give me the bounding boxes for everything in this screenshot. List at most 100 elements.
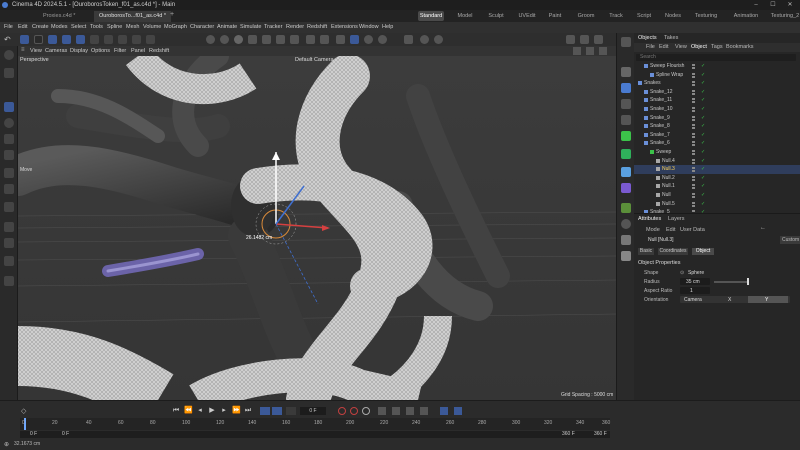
menu-edit[interactable]: Edit — [18, 22, 27, 33]
enable-check-icon[interactable]: ✓ — [701, 114, 705, 123]
object-row[interactable]: Snake_12 ✓ — [634, 88, 800, 97]
field-object-icon[interactable] — [621, 203, 631, 213]
menu-select[interactable]: Select — [71, 22, 86, 33]
doc-tab-proxies[interactable]: Proxies.c4d * — [38, 11, 80, 22]
snap-icon[interactable] — [350, 35, 359, 44]
menu-window[interactable]: Window — [359, 22, 379, 33]
menu-mesh[interactable]: Mesh — [126, 22, 139, 33]
render-view-icon[interactable] — [206, 35, 215, 44]
viewport-menu-icon[interactable]: ≡ — [21, 47, 25, 53]
light-icon[interactable] — [378, 35, 387, 44]
layout-tab-groom[interactable]: Groom — [576, 11, 596, 21]
world-coord-icon[interactable] — [90, 35, 99, 44]
enable-check-icon[interactable]: ✓ — [701, 182, 705, 191]
knife-tool-icon[interactable] — [4, 202, 14, 212]
visibility-dots-icon[interactable] — [692, 89, 695, 95]
vp-nav-move-icon[interactable] — [573, 47, 581, 55]
visibility-dots-icon[interactable] — [692, 167, 695, 173]
fps-icon[interactable] — [286, 407, 296, 415]
sculpt-tool-icon[interactable] — [4, 256, 14, 266]
current-frame-field[interactable]: 0 F — [300, 407, 326, 415]
menu-modes[interactable]: Modes — [51, 22, 68, 33]
enable-check-icon[interactable]: ✓ — [701, 131, 705, 140]
layout-tab-standard[interactable]: Standard — [418, 11, 444, 21]
shape-dropdown[interactable]: Sphere — [688, 270, 704, 276]
close-button[interactable]: ✕ — [782, 0, 798, 10]
obj-menu-view[interactable]: View — [675, 43, 687, 52]
object-row[interactable]: Null.1 ✓ — [634, 182, 800, 191]
loop-icon[interactable] — [260, 407, 270, 415]
scale-tool-icon[interactable] — [4, 134, 14, 144]
vp-nav-zoom-icon[interactable] — [586, 47, 594, 55]
menu-tools[interactable]: Tools — [90, 22, 103, 33]
square-icon[interactable] — [621, 67, 631, 77]
object-row[interactable]: Sweep ✓ — [634, 148, 800, 157]
visibility-dots-icon[interactable] — [692, 193, 695, 198]
menu-file[interactable]: File — [4, 22, 13, 33]
polygons-mode-icon[interactable] — [132, 35, 141, 44]
minimize-button[interactable]: – — [748, 0, 764, 10]
object-row[interactable]: Null ✓ — [634, 191, 800, 200]
next-key-icon[interactable]: ⏩ — [232, 407, 241, 415]
layout-tab-model[interactable]: Model — [455, 11, 475, 21]
orientation-x[interactable]: X — [728, 297, 731, 303]
start-frame-field[interactable]: 0 F — [30, 431, 37, 437]
fracture-icon[interactable] — [621, 149, 631, 159]
object-row[interactable]: Snake_8 ✓ — [634, 122, 800, 131]
ipr-icon[interactable] — [434, 35, 443, 44]
material-icon[interactable] — [404, 35, 413, 44]
cube-object-icon[interactable] — [621, 83, 631, 93]
end-frame-field[interactable]: 360 F — [594, 431, 607, 437]
doc-tab-ouroboros[interactable]: OuroborosTo...f01_as.c4d * — [94, 11, 171, 22]
magnet-tool-icon[interactable] — [4, 276, 14, 286]
prev-frame-icon[interactable]: ◂ — [196, 407, 204, 415]
menu-character[interactable]: Character — [190, 22, 214, 33]
menu-mograph[interactable]: MoGraph — [164, 22, 187, 33]
field-icon[interactable] — [320, 35, 329, 44]
tab-layers[interactable]: Layers — [668, 214, 685, 224]
render-settings-icon[interactable] — [234, 35, 243, 44]
points-mode-icon[interactable] — [104, 35, 113, 44]
key-rotation-icon[interactable] — [392, 407, 400, 415]
tab-objects[interactable]: Objects — [638, 33, 657, 43]
visibility-dots-icon[interactable] — [692, 81, 695, 87]
x-axis-lock-icon[interactable] — [48, 35, 57, 44]
key-position-icon[interactable] — [378, 407, 386, 415]
object-row[interactable]: Snakes ✓ — [634, 79, 800, 88]
enable-check-icon[interactable]: ✓ — [701, 174, 705, 183]
undo-icon[interactable]: ↶ — [4, 35, 11, 44]
cloner-icon[interactable] — [290, 35, 299, 44]
viewport-layout-icon[interactable] — [566, 35, 575, 44]
enable-check-icon[interactable]: ✓ — [701, 105, 705, 114]
cloner-object-icon[interactable] — [621, 131, 631, 141]
sphere-object-icon[interactable] — [621, 219, 631, 229]
tab-attributes[interactable]: Attributes — [638, 214, 661, 224]
menu-redshift[interactable]: Redshift — [307, 22, 327, 33]
enable-check-icon[interactable]: ✓ — [701, 96, 705, 105]
cursor-icon[interactable] — [34, 35, 43, 44]
axis-tool-icon[interactable] — [4, 184, 14, 194]
enable-check-icon[interactable]: ✓ — [701, 71, 705, 80]
light-object-icon[interactable] — [621, 251, 631, 261]
menu-tracker[interactable]: Tracker — [264, 22, 282, 33]
layout-tab-paint[interactable]: Paint — [546, 11, 564, 21]
grid-icon[interactable] — [621, 37, 631, 47]
camera-name-label[interactable]: Default Camera — [295, 57, 334, 63]
record-icon[interactable] — [338, 407, 346, 415]
obj-menu-bookmarks[interactable]: Bookmarks — [726, 43, 754, 52]
keyframe-selection-icon[interactable] — [362, 407, 370, 415]
floor-icon[interactable] — [336, 35, 345, 44]
obj-menu-file[interactable]: File — [646, 43, 655, 52]
layout-tab-animation[interactable]: Animation — [731, 11, 761, 21]
go-to-start-icon[interactable]: ⏮ — [172, 407, 180, 415]
key-param-icon[interactable] — [420, 407, 428, 415]
vp-menu-display[interactable]: Display — [70, 46, 88, 56]
viewport-name-label[interactable]: Perspective — [20, 57, 49, 63]
menu-help[interactable]: Help — [382, 22, 393, 33]
enable-check-icon[interactable]: ✓ — [701, 148, 705, 157]
visibility-dots-icon[interactable] — [692, 201, 695, 207]
spline-pen-icon[interactable] — [4, 222, 14, 232]
enable-check-icon[interactable]: ✓ — [701, 88, 705, 97]
vp-menu-panel[interactable]: Panel — [131, 46, 145, 56]
enable-check-icon[interactable]: ✓ — [701, 200, 705, 209]
